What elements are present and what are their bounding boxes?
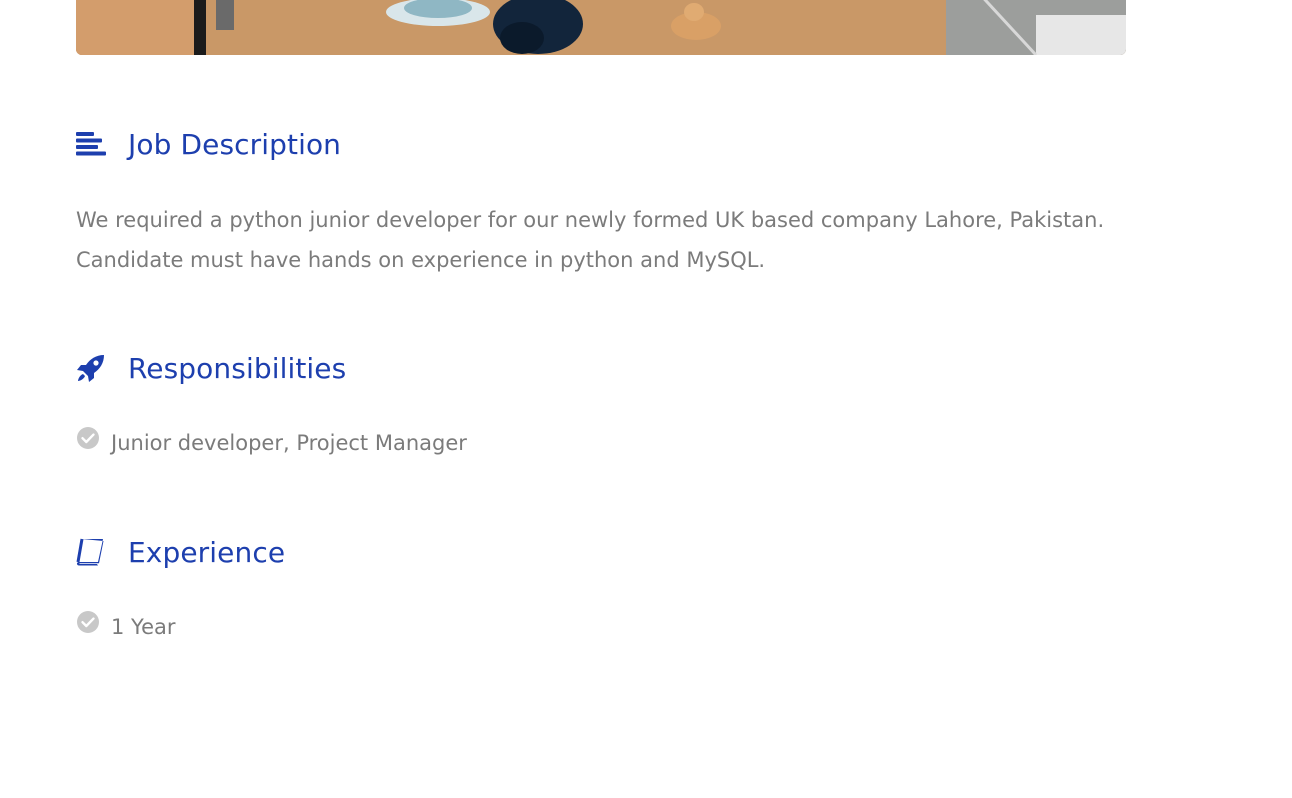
responsibilities-title: Responsibilities <box>128 351 347 385</box>
list-item: 1 Year <box>76 610 285 641</box>
job-description-title: Job Description <box>128 127 342 161</box>
align-left-icon <box>76 128 108 160</box>
book-icon <box>76 536 108 568</box>
check-circle-icon <box>76 610 100 634</box>
experience-section: Experience 1 Year <box>76 532 285 641</box>
list-item-label: Junior developer, Project Manager <box>111 431 467 455</box>
check-circle-icon <box>76 426 100 450</box>
job-description-section: Job Description We required a python jun… <box>76 124 1146 280</box>
experience-heading: Experience <box>76 532 285 572</box>
experience-title: Experience <box>128 535 286 569</box>
list-item: Junior developer, Project Manager <box>76 426 467 457</box>
list-item-label: 1 Year <box>111 615 176 639</box>
responsibilities-section: Responsibilities Junior developer, Proje… <box>76 348 467 457</box>
hero-image <box>76 0 1126 55</box>
rocket-icon <box>76 352 108 384</box>
job-description-heading: Job Description <box>76 124 1146 164</box>
responsibilities-heading: Responsibilities <box>76 348 467 388</box>
page: Job Description We required a python jun… <box>0 0 1292 798</box>
job-description-text: We required a python junior developer fo… <box>76 208 1105 272</box>
